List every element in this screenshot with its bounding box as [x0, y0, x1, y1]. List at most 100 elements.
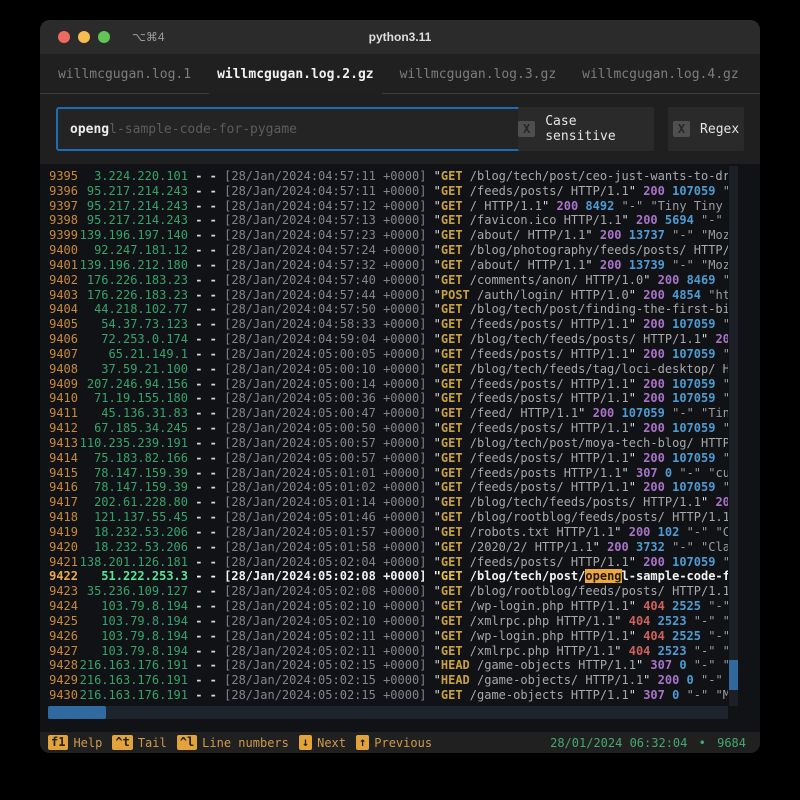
log-row[interactable]: 9396 95.217.214.243 - - [28/Jan/2024:04:5…: [48, 184, 728, 199]
log-row[interactable]: 9395 3.224.220.101 - - [28/Jan/2024:04:57…: [48, 169, 728, 184]
client-ip: 207.246.94.156: [86, 376, 188, 391]
log-row[interactable]: 9408 37.59.21.100 - - [28/Jan/2024:05:00:…: [48, 362, 728, 377]
log-row[interactable]: 9428 216.163.176.191 - - [28/Jan/2024:05:…: [48, 658, 728, 673]
line-number: 9427: [49, 643, 78, 658]
client-ip: 216.163.176.191: [79, 658, 188, 673]
title-bar: ⌥⌘4 python3.11: [40, 20, 760, 54]
search-input[interactable]: openg l-sample-code-for-pygame: [56, 107, 526, 151]
log-row[interactable]: 9402 176.226.183.23 - - [28/Jan/2024:04:5…: [48, 273, 728, 288]
client-ip: 78.147.159.39: [94, 465, 188, 480]
log-line-text: - - [28/Jan/2024:04:57:32 +0000] "GET /a…: [188, 257, 728, 272]
line-number: 9396: [49, 183, 78, 198]
log-row[interactable]: 9418 121.137.55.45 - - [28/Jan/2024:05:01…: [48, 510, 728, 525]
log-line-text: - - [28/Jan/2024:04:57:40 +0000] "GET /c…: [188, 272, 728, 287]
log-row[interactable]: 9424 103.79.8.194 - - [28/Jan/2024:05:02:…: [48, 599, 728, 614]
log-line-text: - - [28/Jan/2024:04:57:13 +0000] "GET /f…: [188, 213, 723, 228]
case-sensitive-button[interactable]: X Case sensitive: [518, 107, 654, 151]
line-number: 9399: [49, 228, 78, 243]
log-row[interactable]: 9403 176.226.183.23 - - [28/Jan/2024:04:5…: [48, 288, 728, 303]
footer-hint-line-numbers[interactable]: ^l Line numbers: [176, 735, 289, 750]
client-ip: 216.163.176.191: [79, 687, 188, 702]
log-row[interactable]: 9410 71.19.155.180 - - [28/Jan/2024:05:00…: [48, 391, 728, 406]
log-line-text: - - [28/Jan/2024:05:01:01 +0000] "GET /f…: [188, 465, 728, 480]
footer-bar: f1 Help ^t Tail ^l Line numbers ↓ Next ↑ Previous…: [40, 732, 760, 753]
log-row[interactable]: 9419 18.232.53.206 - - [28/Jan/2024:05:01…: [48, 525, 728, 540]
log-row[interactable]: 9423 35.236.109.127 - - [28/Jan/2024:05:0…: [48, 584, 728, 599]
regex-button[interactable]: X Regex: [668, 107, 744, 151]
log-line-text: - - [28/Jan/2024:04:57:12 +0000] "GET / …: [188, 198, 723, 213]
log-row[interactable]: 9409 207.246.94.156 - - [28/Jan/2024:05:0…: [48, 377, 728, 392]
log-row[interactable]: 9413 110.235.239.191 - - [28/Jan/2024:05:…: [48, 436, 728, 451]
horizontal-scrollbar-thumb[interactable]: [48, 706, 106, 719]
log-row[interactable]: 9411 45.136.31.83 - - [28/Jan/2024:05:00:…: [48, 406, 728, 421]
log-row[interactable]: 9430 216.163.176.191 - - [28/Jan/2024:05:…: [48, 688, 728, 703]
line-number: 9420: [49, 539, 78, 554]
log-row[interactable]: 9405 54.37.73.123 - - [28/Jan/2024:04:58:…: [48, 317, 728, 332]
log-row[interactable]: 9414 75.183.82.166 - - [28/Jan/2024:05:00…: [48, 451, 728, 466]
case-sensitive-keycap: X: [518, 121, 536, 137]
log-row[interactable]: 9417 202.61.228.80 - - [28/Jan/2024:05:01…: [48, 495, 728, 510]
client-ip: 138.201.126.181: [79, 554, 188, 569]
client-ip: 103.79.8.194: [101, 628, 188, 643]
footer-hint-help[interactable]: f1 Help: [48, 735, 102, 750]
tab-willmcgugan.log.2.gz[interactable]: willmcgugan.log.2.gz: [209, 54, 382, 94]
footer-status: 28/01/2024 06:32:04 • 9684: [550, 736, 746, 750]
log-row[interactable]: 9427 103.79.8.194 - - [28/Jan/2024:05:02:…: [48, 644, 728, 659]
tab-willmcgugan.log.1[interactable]: willmcgugan.log.1: [58, 54, 191, 94]
line-number: 9422: [49, 569, 78, 584]
log-row-focused[interactable]: 9422 51.222.253.3 - - [28/Jan/2024:05:02:…: [48, 569, 728, 584]
tab-willmcgugan.log.4.gz[interactable]: willmcgugan.log.4.gz: [582, 54, 739, 94]
client-ip: 110.235.239.191: [79, 435, 188, 450]
log-row[interactable]: 9398 95.217.214.243 - - [28/Jan/2024:04:5…: [48, 213, 728, 228]
log-row[interactable]: 9415 78.147.159.39 - - [28/Jan/2024:05:01…: [48, 466, 728, 481]
footer-hints: f1 Help ^t Tail ^l Line numbers ↓ Next ↑ Previous: [48, 735, 442, 750]
line-number: 9409: [49, 376, 78, 391]
log-row[interactable]: 9406 72.253.0.174 - - [28/Jan/2024:04:59:…: [48, 332, 728, 347]
vertical-scrollbar-thumb[interactable]: [729, 660, 738, 690]
vertical-scrollbar[interactable]: [729, 166, 738, 706]
log-row[interactable]: 9429 216.163.176.191 - - [28/Jan/2024:05:…: [48, 673, 728, 688]
client-ip: 103.79.8.194: [101, 613, 188, 628]
line-number: 9414: [49, 450, 78, 465]
hint-keycap: ↓: [298, 735, 313, 750]
client-ip: 176.226.183.23: [86, 272, 188, 287]
regex-keycap: X: [672, 121, 691, 137]
log-line-text: - - [28/Jan/2024:05:00:14 +0000] "GET /f…: [188, 376, 728, 391]
log-row[interactable]: 9412 67.185.34.245 - - [28/Jan/2024:05:00…: [48, 421, 728, 436]
log-line-text: - - [28/Jan/2024:04:58:33 +0000] "GET /f…: [188, 317, 728, 332]
log-row[interactable]: 9420 18.232.53.206 - - [28/Jan/2024:05:01…: [48, 540, 728, 555]
line-number: 9401: [49, 257, 78, 272]
footer-line-count: 9684: [717, 735, 746, 750]
line-number: 9407: [49, 346, 78, 361]
log-row[interactable]: 9425 103.79.8.194 - - [28/Jan/2024:05:02:…: [48, 614, 728, 629]
footer-hint-previous[interactable]: ↑ Previous: [356, 735, 432, 750]
log-row[interactable]: 9407 65.21.149.1 - - [28/Jan/2024:05:00:0…: [48, 347, 728, 362]
log-row[interactable]: 9404 44.218.102.77 - - [28/Jan/2024:04:57…: [48, 302, 728, 317]
log-row[interactable]: 9400 92.247.181.12 - - [28/Jan/2024:04:57…: [48, 243, 728, 258]
log-row[interactable]: 9426 103.79.8.194 - - [28/Jan/2024:05:02:…: [48, 629, 728, 644]
footer-hint-tail[interactable]: ^t Tail: [112, 735, 167, 750]
hint-keycap: ^t: [112, 735, 133, 750]
log-row[interactable]: 9421 138.201.126.181 - - [28/Jan/2024:05:…: [48, 555, 728, 570]
footer-separator: •: [698, 735, 706, 750]
log-row[interactable]: 9399 139.196.197.140 - - [28/Jan/2024:04:…: [48, 228, 728, 243]
client-ip: 95.217.214.243: [86, 198, 188, 213]
client-ip: 103.79.8.194: [101, 643, 188, 658]
log-row[interactable]: 9401 139.196.212.180 - - [28/Jan/2024:04:…: [48, 258, 728, 273]
line-number: 9419: [49, 524, 78, 539]
line-number: 9428: [49, 658, 78, 673]
footer-hint-next[interactable]: ↓ Next: [298, 735, 347, 750]
horizontal-scrollbar[interactable]: [48, 706, 728, 719]
client-ip: 44.218.102.77: [94, 302, 188, 317]
tab-willmcgugan.log.3.gz[interactable]: willmcgugan.log.3.gz: [400, 54, 557, 94]
hint-label: Next: [317, 735, 347, 750]
client-ip: 75.183.82.166: [94, 450, 188, 465]
client-ip: 202.61.228.80: [94, 495, 188, 510]
log-row[interactable]: 9397 95.217.214.243 - - [28/Jan/2024:04:5…: [48, 199, 728, 214]
client-ip: 139.196.212.180: [79, 257, 188, 272]
line-number: 9400: [49, 243, 78, 258]
line-number: 9423: [49, 584, 78, 599]
line-number: 9404: [49, 302, 78, 317]
log-row[interactable]: 9416 78.147.159.39 - - [28/Jan/2024:05:01…: [48, 480, 728, 495]
line-number: 9415: [49, 465, 78, 480]
